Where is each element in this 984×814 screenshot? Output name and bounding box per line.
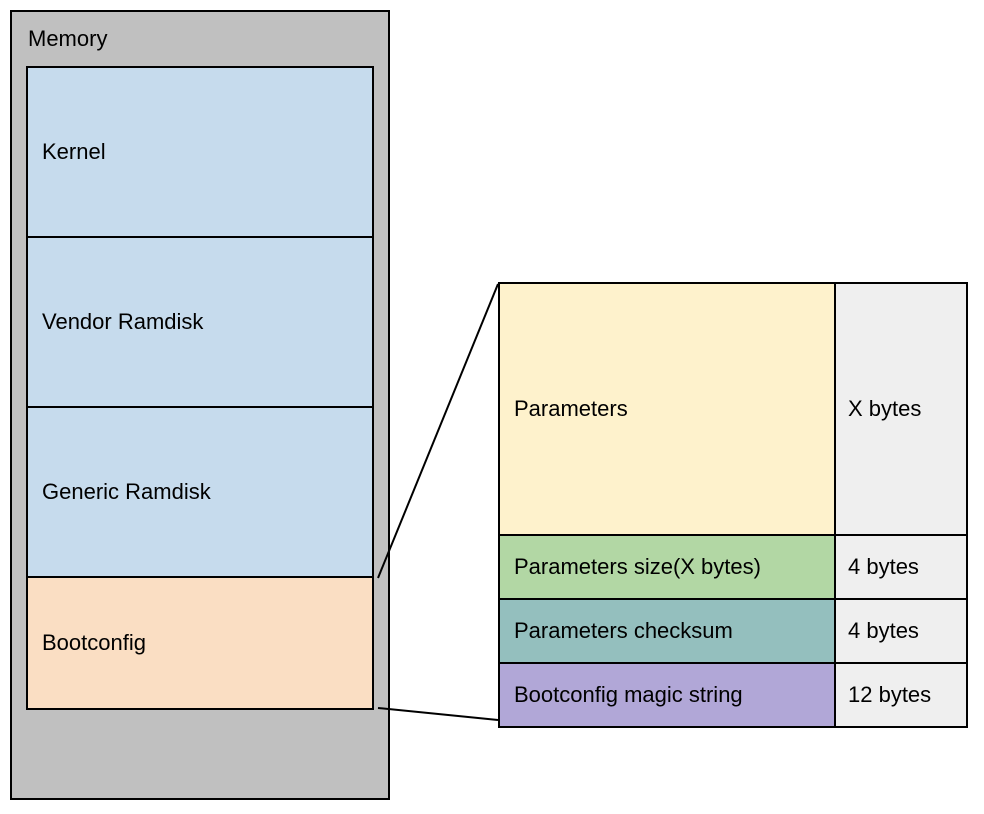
- detail-row-parameters-checksum: Parameters checksum 4 bytes: [500, 600, 966, 664]
- memory-row-vendor-ramdisk: Vendor Ramdisk: [28, 238, 372, 408]
- detail-row-parameters: Parameters X bytes: [500, 284, 966, 536]
- memory-row-label: Kernel: [42, 139, 106, 165]
- memory-row-kernel: Kernel: [28, 68, 372, 238]
- memory-row-label: Bootconfig: [42, 630, 146, 656]
- detail-label: Bootconfig magic string: [500, 664, 836, 726]
- detail-row-bootconfig-magic: Bootconfig magic string 12 bytes: [500, 664, 966, 726]
- memory-row-label: Vendor Ramdisk: [42, 309, 203, 335]
- detail-size: X bytes: [836, 284, 966, 534]
- detail-size: 12 bytes: [836, 664, 966, 726]
- memory-row-generic-ramdisk: Generic Ramdisk: [28, 408, 372, 578]
- detail-label: Parameters size(X bytes): [500, 536, 836, 598]
- memory-title: Memory: [28, 26, 374, 52]
- memory-stack: Kernel Vendor Ramdisk Generic Ramdisk Bo…: [26, 66, 374, 710]
- detail-row-parameters-size: Parameters size(X bytes) 4 bytes: [500, 536, 966, 600]
- detail-size: 4 bytes: [836, 600, 966, 662]
- detail-label: Parameters checksum: [500, 600, 836, 662]
- memory-row-label: Generic Ramdisk: [42, 479, 211, 505]
- detail-size: 4 bytes: [836, 536, 966, 598]
- memory-row-bootconfig: Bootconfig: [28, 578, 372, 708]
- detail-label: Parameters: [500, 284, 836, 534]
- bootconfig-detail-panel: Parameters X bytes Parameters size(X byt…: [498, 282, 968, 728]
- memory-panel: Memory Kernel Vendor Ramdisk Generic Ram…: [10, 10, 390, 800]
